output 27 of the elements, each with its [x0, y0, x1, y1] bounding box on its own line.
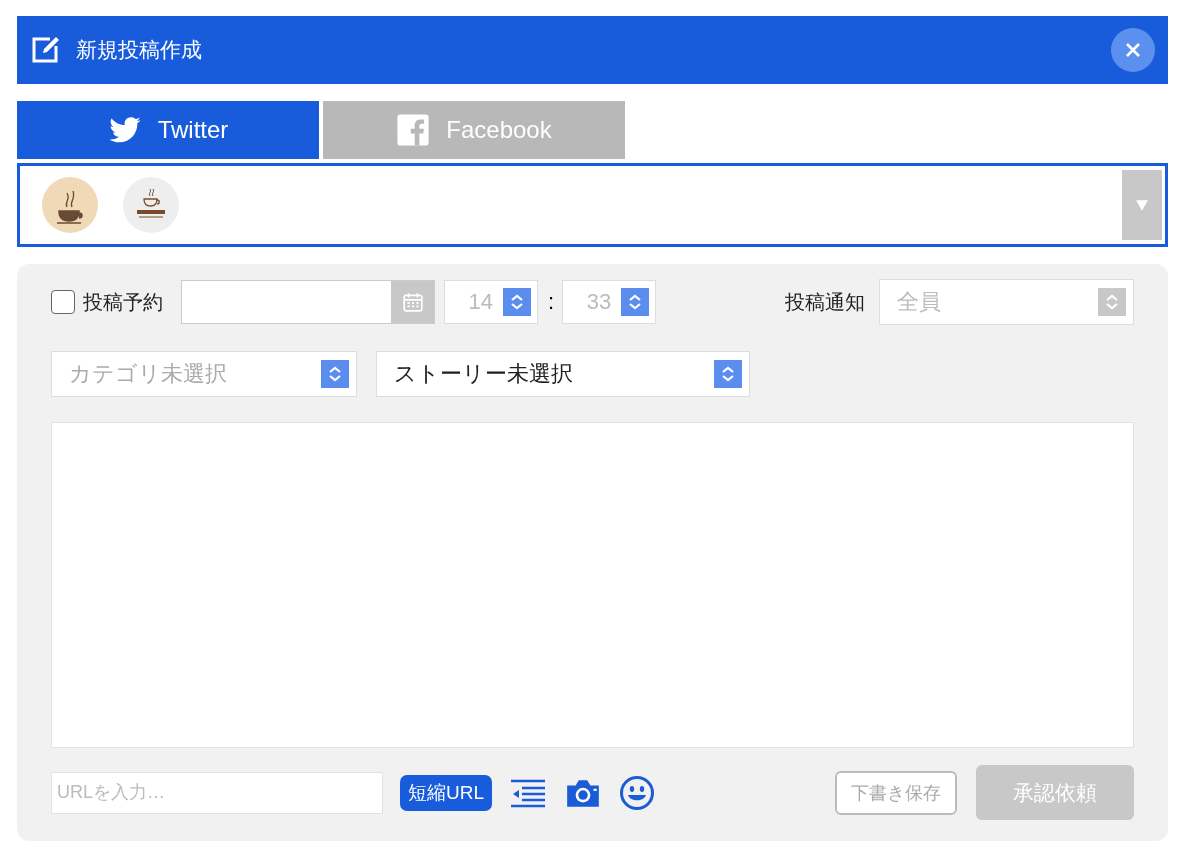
schedule-label: 投稿予約: [83, 289, 163, 315]
tab[interactable]: Twitter: [17, 101, 319, 159]
story-select[interactable]: ストーリー未選択: [376, 351, 750, 397]
indent-icon[interactable]: [509, 777, 547, 808]
spinner-icon: [321, 360, 349, 388]
facebook-icon: [396, 113, 431, 147]
cup-avatar[interactable]: [123, 177, 179, 233]
cup-avatar[interactable]: [42, 177, 98, 233]
dropdown-toggle[interactable]: [1122, 170, 1162, 240]
spinner-icon: [1098, 288, 1126, 316]
edit-icon: [30, 35, 60, 65]
account-selector[interactable]: [17, 163, 1168, 247]
notify-label: 投稿通知: [785, 289, 865, 315]
spinner-icon: [503, 288, 531, 316]
triangle-down-icon: [1135, 198, 1149, 212]
tab[interactable]: Facebook: [323, 101, 625, 159]
close-button[interactable]: [1111, 28, 1155, 72]
smiley-icon[interactable]: [619, 774, 655, 811]
time-separator: :: [548, 289, 555, 315]
category-select[interactable]: カテゴリ未選択: [51, 351, 357, 397]
spinner-icon: [621, 288, 650, 316]
date-field[interactable]: [181, 280, 435, 324]
calendar-icon: [401, 291, 424, 313]
dialog-title: 新規投稿作成: [76, 37, 202, 63]
spinner-icon: [714, 360, 742, 388]
shorten-url-button[interactable]: 短縮URL: [400, 774, 492, 811]
url-input[interactable]: URLを入力…: [51, 771, 383, 814]
